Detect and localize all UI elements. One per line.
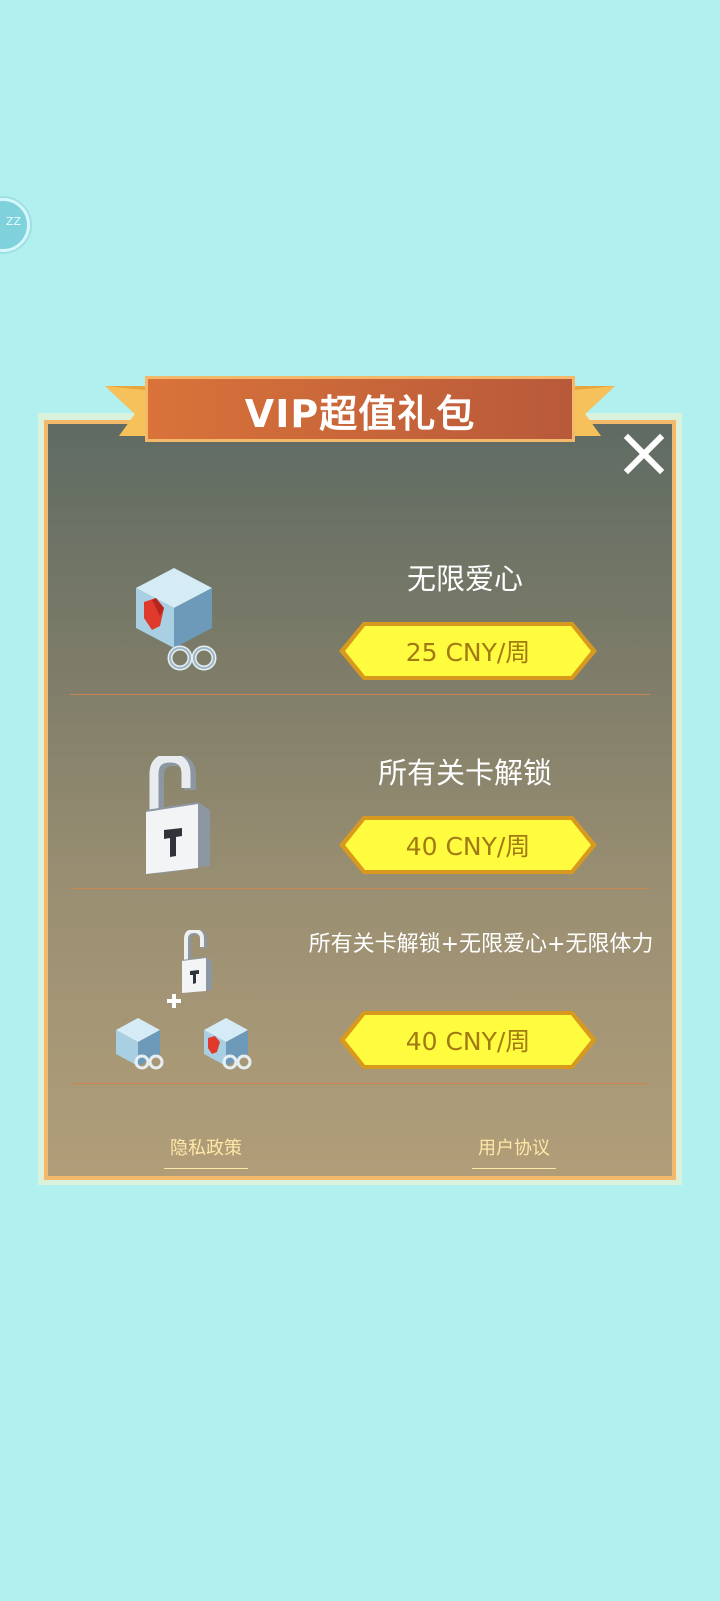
price-label: 40 CNY/周 [405,1027,531,1056]
item-title-hearts: 无限爱心 [406,562,523,596]
floating-assist-button[interactable]: ZZ [0,198,30,252]
close-icon[interactable] [622,432,666,476]
item-title-unlock: 所有关卡解锁 [377,756,552,790]
buy-hearts-button[interactable]: 25 CNY/周 [337,620,599,682]
bundle-icon [116,930,252,1070]
infinite-hearts-cube-icon [136,568,217,671]
floating-assist-text: ZZ [5,215,21,228]
row-divider [70,1083,650,1084]
padlock-icon [146,756,210,874]
price-label: 40 CNY/周 [405,832,531,861]
privacy-policy-link[interactable]: 隐私政策 [164,1134,248,1169]
dialog-title: VIP超值礼包 [244,391,476,436]
user-agreement-link[interactable]: 用户协议 [472,1134,556,1169]
item-title-bundle: 所有关卡解锁+无限爱心+无限体力 [308,932,654,957]
price-label: 25 CNY/周 [405,638,531,667]
row-divider [70,694,650,695]
row-divider [70,888,650,889]
buy-bundle-button[interactable]: 40 CNY/周 [337,1009,599,1071]
buy-unlock-button[interactable]: 40 CNY/周 [337,814,599,876]
